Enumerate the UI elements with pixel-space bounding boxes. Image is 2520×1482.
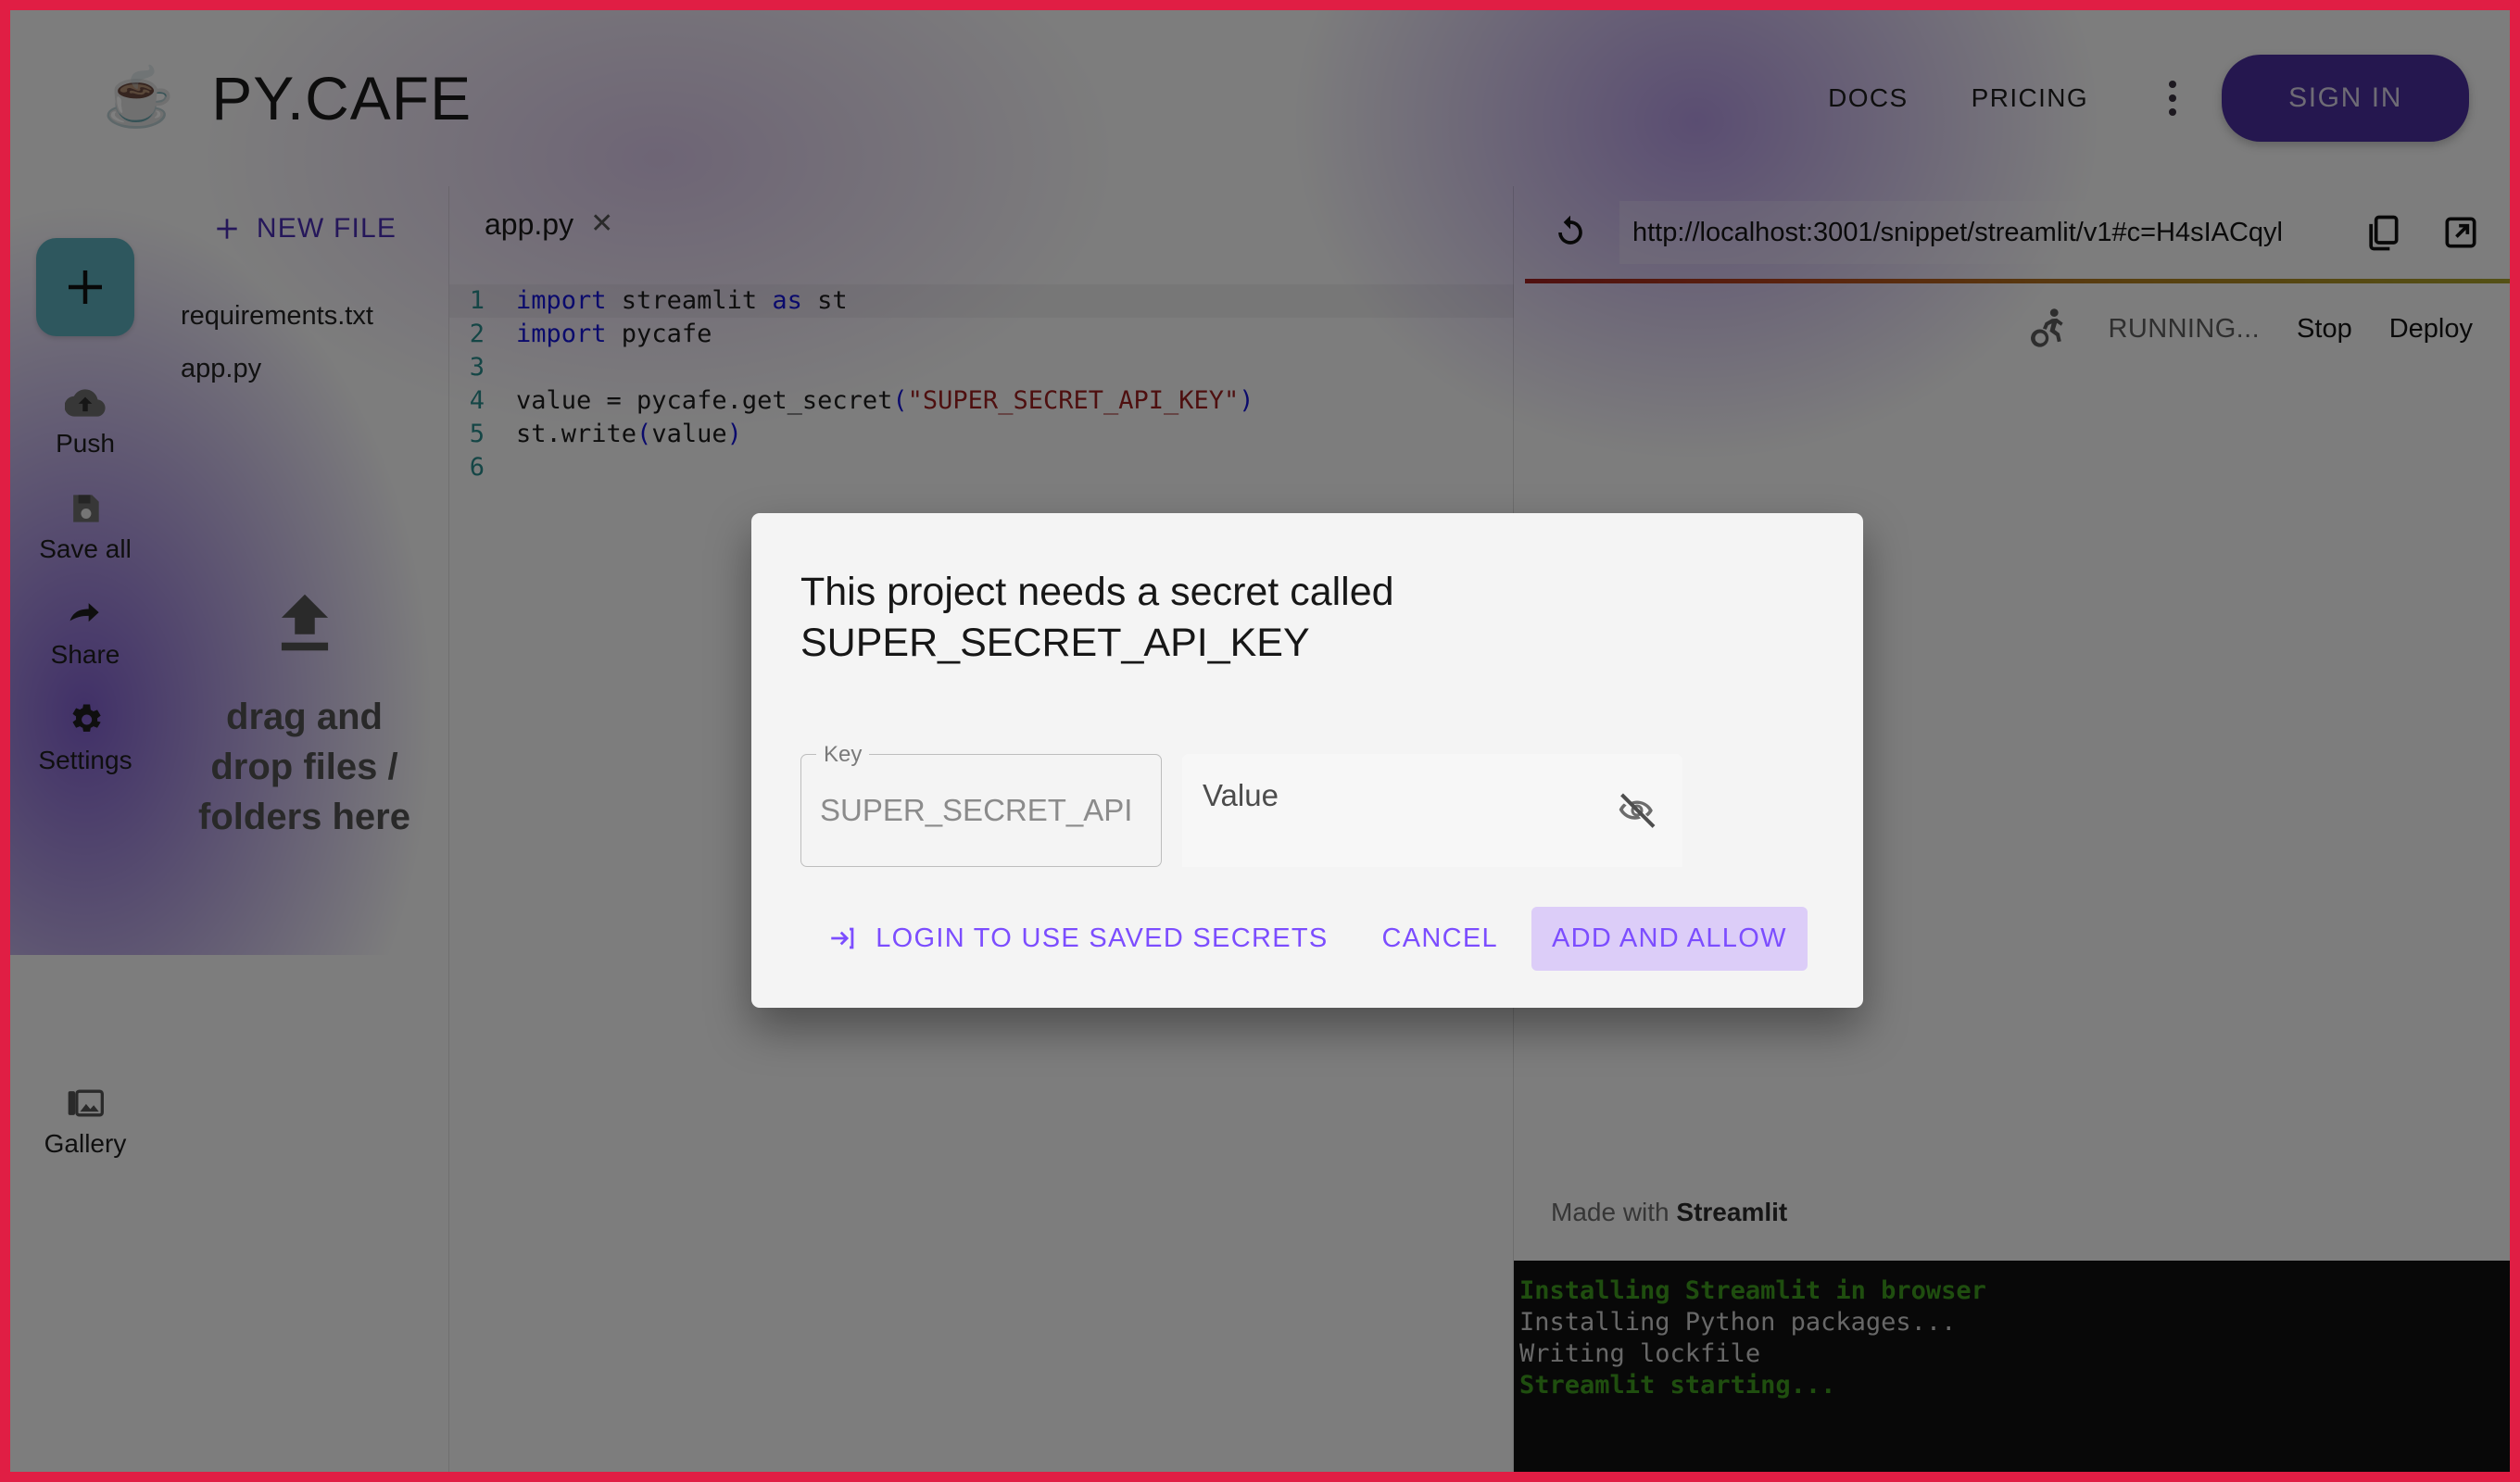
secret-key-field[interactable]: Key SUPER_SECRET_API — [800, 742, 1162, 868]
dialog-actions: LOGIN TO USE SAVED SECRETS CANCEL ADD AN… — [800, 906, 1815, 971]
login-saved-secrets-button[interactable]: LOGIN TO USE SAVED SECRETS — [807, 906, 1348, 971]
secret-value-field[interactable]: Value — [1182, 754, 1682, 868]
dialog-fields: Key SUPER_SECRET_API Value — [800, 742, 1815, 868]
secret-key-label: Key — [816, 742, 870, 769]
cancel-button[interactable]: CANCEL — [1362, 907, 1518, 971]
secret-key-value: SUPER_SECRET_API — [820, 793, 1133, 828]
login-saved-secrets-label: LOGIN TO USE SAVED SECRETS — [876, 923, 1329, 953]
add-and-allow-button[interactable]: ADD AND ALLOW — [1531, 906, 1808, 971]
secret-dialog: This project needs a secret called SUPER… — [751, 513, 1863, 1009]
page-frame: ☕ PY.CAFE DOCS PRICING SIGN IN — [0, 0, 2520, 1482]
secret-value-label: Value — [1203, 778, 1279, 813]
eye-off-icon[interactable] — [1616, 789, 1658, 832]
dialog-title: This project needs a secret called SUPER… — [800, 570, 1394, 666]
login-arrow-icon — [831, 927, 854, 949]
app-root: ☕ PY.CAFE DOCS PRICING SIGN IN — [10, 10, 2510, 1472]
